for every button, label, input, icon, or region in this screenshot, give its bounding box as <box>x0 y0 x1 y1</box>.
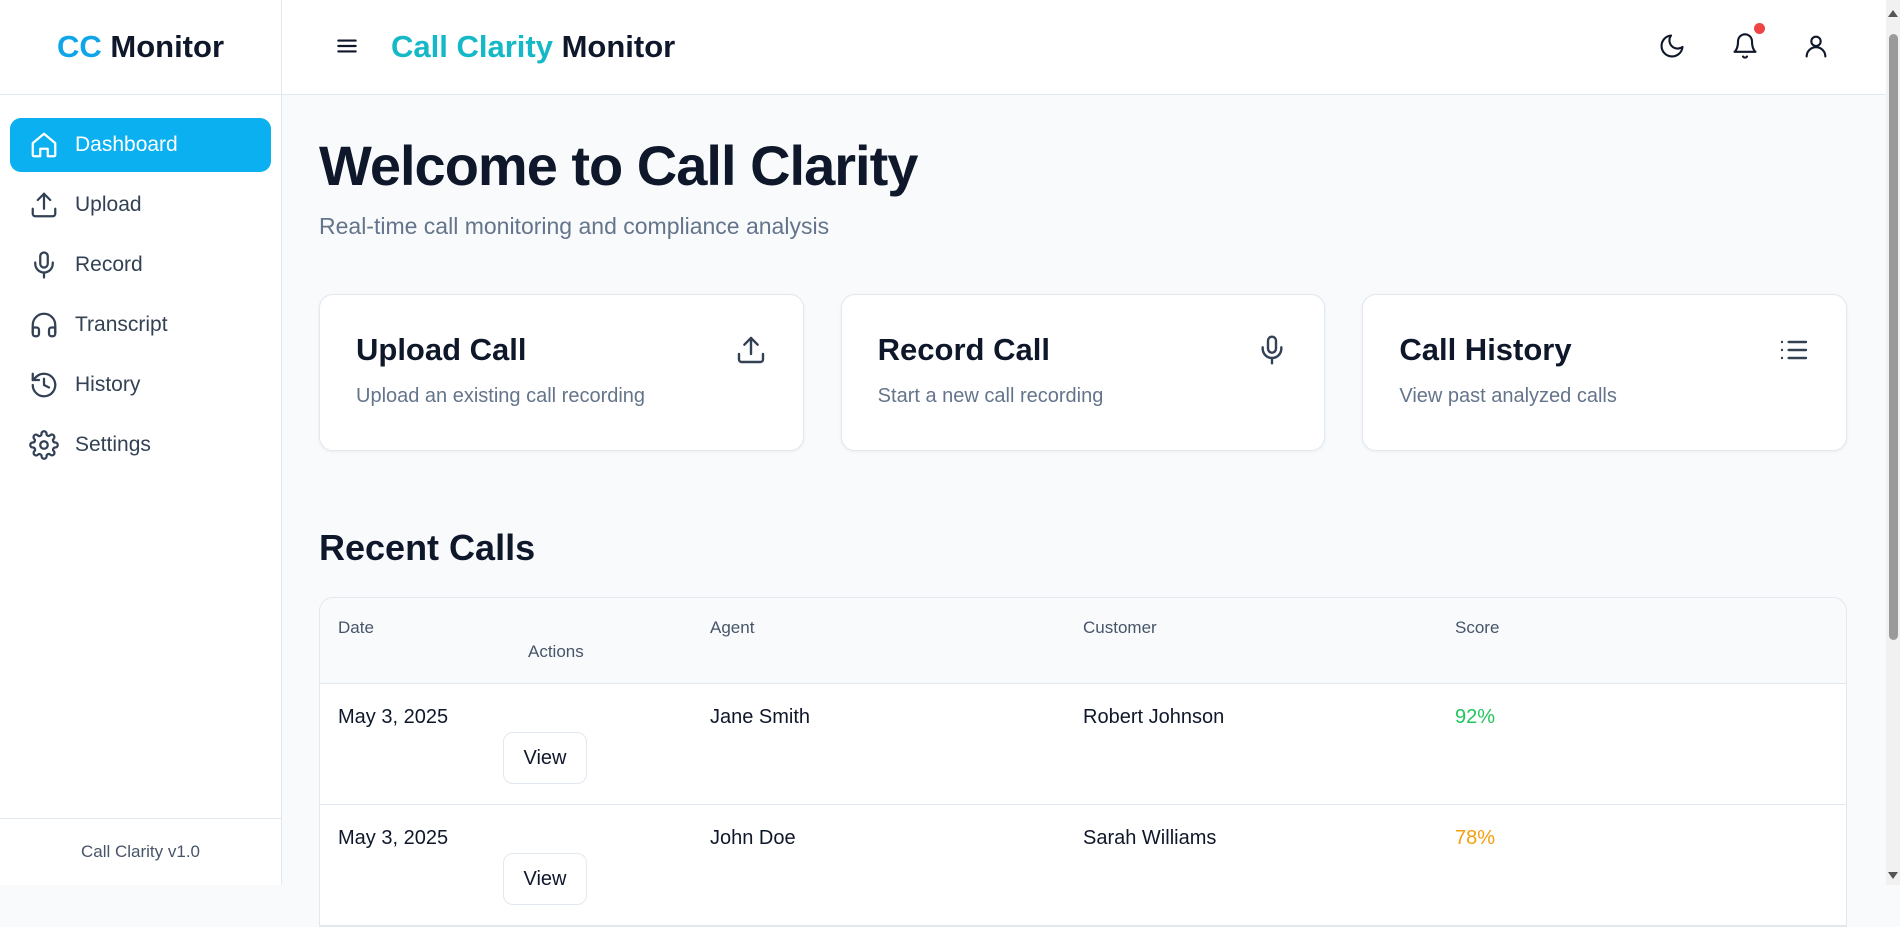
sidebar-item-label: History <box>75 373 141 396</box>
sidebar-item-label: Upload <box>75 193 142 216</box>
header-score: Score <box>1455 618 1500 637</box>
table-row: May 3, 2025 John Doe Sarah Williams 78% … <box>320 805 1846 926</box>
menu-icon[interactable] <box>334 33 360 59</box>
table-row: May 3, 2025 Jane Smith Robert Johnson 92… <box>320 684 1846 805</box>
mic-icon <box>1256 334 1288 366</box>
sidebar-item-dashboard[interactable]: Dashboard <box>10 118 271 172</box>
record-call-card[interactable]: Record Call Start a new call recording <box>840 294 1326 451</box>
card-description: Start a new call recording <box>877 385 1104 407</box>
recent-calls-table: Date Actions Agent Customer Score May 3,… <box>319 597 1847 927</box>
table-header: Date Actions Agent Customer Score <box>320 598 1846 684</box>
header-agent: Agent <box>710 618 755 637</box>
header-actions: Actions <box>528 642 584 661</box>
action-cards: Upload Call Upload an existing call reco… <box>319 294 1848 451</box>
sidebar: CC Monitor Dashboard Upload Record Trans… <box>0 0 282 885</box>
sidebar-item-label: Settings <box>75 433 151 456</box>
headphones-icon <box>29 310 59 340</box>
upload-call-card[interactable]: Upload Call Upload an existing call reco… <box>319 294 804 451</box>
recent-calls-heading: Recent Calls <box>319 527 536 568</box>
version-label: Call Clarity v1.0 <box>0 818 281 885</box>
cell-customer: Robert Johnson <box>1083 706 1225 728</box>
cell-agent: John Doe <box>710 827 796 849</box>
history-icon <box>29 370 59 400</box>
sidebar-logo[interactable]: CC Monitor <box>0 0 281 95</box>
list-icon <box>1778 334 1810 366</box>
main-content: Welcome to Call Clarity Real-time call m… <box>319 95 1848 927</box>
cell-score: 78% <box>1455 827 1496 849</box>
user-icon[interactable] <box>1802 32 1830 60</box>
page-title: Welcome to Call Clarity <box>319 134 918 197</box>
sidebar-item-record[interactable]: Record <box>10 238 271 292</box>
sidebar-item-transcript[interactable]: Transcript <box>10 298 271 352</box>
scroll-down-arrow[interactable] <box>1888 872 1898 879</box>
header-customer: Customer <box>1083 618 1157 637</box>
sidebar-item-history[interactable]: History <box>10 358 271 412</box>
sidebar-item-label: Record <box>75 253 143 276</box>
sidebar-item-upload[interactable]: Upload <box>10 178 271 232</box>
notification-dot <box>1754 23 1765 34</box>
scroll-thumb[interactable] <box>1889 34 1898 640</box>
logo-cc: CC <box>56 29 102 64</box>
view-button[interactable]: View <box>503 732 587 784</box>
scroll-up-arrow[interactable] <box>1888 10 1898 17</box>
logo-monitor: Monitor <box>110 29 225 64</box>
app-title: Call Clarity Monitor <box>391 29 675 65</box>
app-title-brand: Call Clarity <box>391 29 553 64</box>
card-description: Upload an existing call recording <box>356 385 646 407</box>
sidebar-nav: Dashboard Upload Record Transcript Histo… <box>0 95 281 472</box>
call-history-card[interactable]: Call History View past analyzed calls <box>1362 294 1848 451</box>
header-date: Date <box>338 618 374 637</box>
card-description: View past analyzed calls <box>1399 385 1617 407</box>
sidebar-item-settings[interactable]: Settings <box>10 418 271 472</box>
cell-date: May 3, 2025 <box>338 706 449 728</box>
upload-icon <box>29 190 59 220</box>
cell-customer: Sarah Williams <box>1083 827 1217 849</box>
gear-icon <box>29 430 59 460</box>
upload-icon <box>735 334 767 366</box>
page-subtitle: Real-time call monitoring and compliance… <box>319 213 830 239</box>
home-icon <box>29 130 59 160</box>
sidebar-item-label: Transcript <box>75 313 168 336</box>
cell-date: May 3, 2025 <box>338 827 449 849</box>
sidebar-item-label: Dashboard <box>75 133 178 156</box>
bell-icon[interactable] <box>1731 32 1759 60</box>
view-button[interactable]: View <box>503 853 587 905</box>
card-title: Upload Call <box>356 332 527 367</box>
page-scrollbar[interactable] <box>1886 0 1900 885</box>
moon-icon[interactable] <box>1658 32 1686 60</box>
app-title-monitor: Monitor <box>561 29 676 64</box>
cell-score: 92% <box>1455 706 1496 728</box>
card-title: Call History <box>1399 332 1572 367</box>
card-title: Record Call <box>877 332 1050 367</box>
mic-icon <box>29 250 59 280</box>
cell-agent: Jane Smith <box>710 706 811 728</box>
